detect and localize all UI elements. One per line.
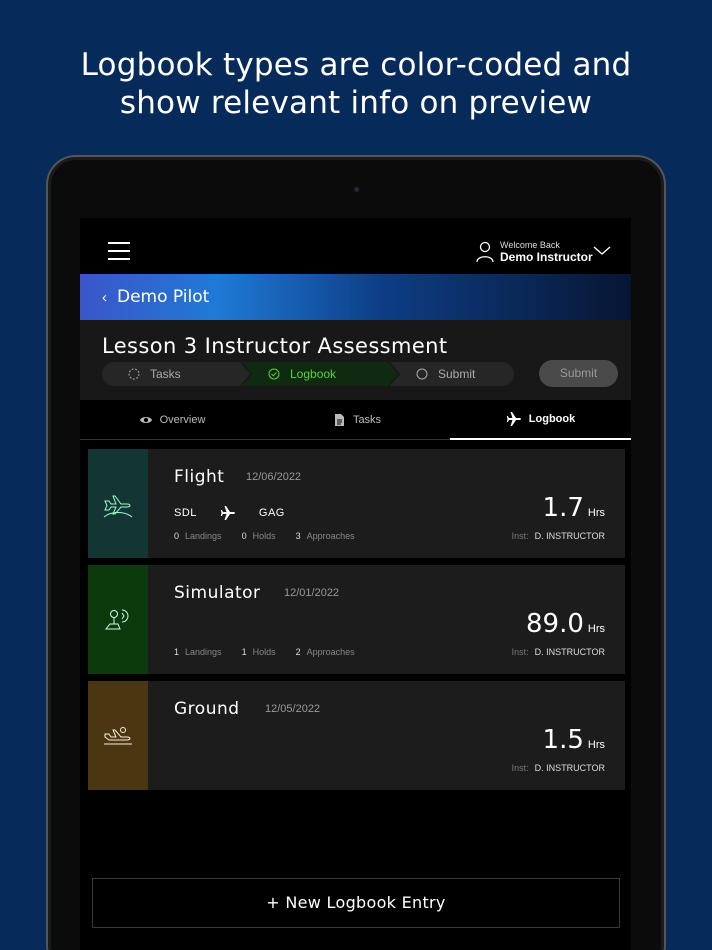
entry-type-stripe: [88, 681, 148, 790]
inst-label: Inst:: [511, 647, 529, 657]
flight-route: SDL GAG: [174, 505, 285, 521]
logbook-entry-flight[interactable]: Flight 12/06/2022 SDL GAG 0 Landings 0 Hol…: [88, 449, 625, 558]
pilot-name: Demo Pilot: [117, 287, 210, 307]
simulator-icon: [104, 609, 129, 629]
entry-stats: 0 Landings 0 Holds 3 Approaches: [174, 531, 375, 541]
tab-tasks[interactable]: Tasks: [264, 400, 449, 440]
instructor-name: D. INSTRUCTOR: [534, 763, 605, 773]
hamburger-menu-icon[interactable]: [108, 242, 130, 260]
holds-label: Holds: [252, 531, 276, 541]
tab-bar: Overview Tasks Logbook: [80, 400, 631, 440]
hours-unit: Hrs: [587, 739, 605, 751]
entry-date: 12/05/2022: [265, 703, 321, 715]
step-submit[interactable]: Submit: [390, 362, 514, 386]
holds-count: 1: [241, 647, 247, 657]
ground-school-icon: [104, 726, 132, 744]
camera-dot: [354, 187, 359, 192]
route-to: GAG: [258, 507, 285, 519]
user-icon: [476, 241, 494, 263]
check-circle-icon: [268, 368, 280, 380]
back-chevron-icon[interactable]: ‹: [102, 289, 107, 306]
headline-line-1: Logbook types are color-coded and: [80, 47, 632, 83]
holds-count: 0: [241, 531, 247, 541]
progress-circle-icon: [128, 368, 140, 380]
logbook-entry-ground[interactable]: Ground 12/05/2022 1.5 Hrs Inst: D. INSTRUC…: [88, 681, 625, 790]
step-logbook[interactable]: Logbook: [242, 362, 398, 386]
hours-unit: Hrs: [587, 623, 605, 635]
hours-value: 89.0: [526, 609, 584, 639]
top-bar: Welcome Back Demo Instructor: [80, 218, 631, 274]
submit-button[interactable]: Submit: [539, 360, 618, 387]
chevron-down-icon[interactable]: [593, 246, 611, 256]
empty-circle-icon: [416, 368, 428, 380]
user-name: Demo Instructor: [500, 250, 593, 264]
instructor-name: D. INSTRUCTOR: [534, 647, 605, 657]
tab-label: Overview: [159, 414, 206, 426]
entry-stats: 1 Landings 1 Holds 2 Approaches: [174, 647, 375, 657]
entry-instructor: Inst: D. INSTRUCTOR: [512, 531, 605, 541]
airplane-icon: [506, 412, 521, 426]
entry-instructor: Inst: D. INSTRUCTOR: [512, 763, 605, 773]
landings-label: Landings: [185, 647, 222, 657]
step-label: Tasks: [150, 367, 181, 381]
approaches-label: Approaches: [306, 531, 355, 541]
lesson-title: Lesson 3 Instructor Assessment: [102, 334, 448, 358]
inst-label: Inst:: [511, 763, 529, 773]
logbook-entry-simulator[interactable]: Simulator 12/01/2022 1 Landings 1 Holds 2A…: [88, 565, 625, 674]
entry-type: Flight: [174, 467, 225, 487]
entry-type-stripe: [88, 565, 148, 674]
entry-type: Ground: [174, 699, 240, 719]
tab-label: Logbook: [528, 413, 576, 425]
landings-count: 1: [174, 647, 180, 657]
step-tasks[interactable]: Tasks: [102, 362, 250, 386]
headline-line-2: show relevant info on preview: [119, 85, 593, 121]
pilot-header[interactable]: ‹ Demo Pilot: [80, 274, 631, 320]
progress-steps: Tasks Logbook Submit: [102, 362, 514, 386]
lesson-section: Lesson 3 Instructor Assessment Tasks Log…: [80, 320, 631, 400]
promo-headline: Logbook types are color-coded and show r…: [0, 46, 712, 122]
document-icon: [334, 414, 344, 426]
landings-label: Landings: [185, 531, 222, 541]
tab-label: Tasks: [352, 414, 382, 426]
app-screen: Welcome Back Demo Instructor ‹ Demo Pilo…: [80, 218, 631, 950]
entry-hours: 1.5 Hrs: [543, 725, 605, 755]
holds-label: Holds: [252, 647, 276, 657]
approaches-label: Approaches: [306, 647, 355, 657]
airplane-takeoff-icon: [103, 495, 133, 517]
eye-icon: [139, 417, 152, 423]
route-from: SDL: [174, 507, 197, 519]
step-label: Logbook: [290, 367, 337, 381]
airplane-icon: [220, 506, 235, 520]
inst-label: Inst:: [511, 531, 529, 541]
instructor-name: D. INSTRUCTOR: [534, 531, 605, 541]
entry-type: Simulator: [174, 583, 261, 603]
approaches-count: 2: [295, 647, 301, 657]
approaches-count: 3: [295, 531, 301, 541]
entry-hours: 89.0 Hrs: [526, 609, 605, 639]
user-menu[interactable]: Welcome Back Demo Instructor: [476, 240, 593, 264]
landings-count: 0: [174, 531, 180, 541]
entry-date: 12/01/2022: [284, 587, 340, 599]
tab-logbook[interactable]: Logbook: [450, 400, 631, 440]
step-label: Submit: [438, 367, 476, 381]
entry-date: 12/06/2022: [246, 471, 302, 483]
entry-type-stripe: [88, 449, 148, 558]
tab-overview[interactable]: Overview: [80, 400, 264, 440]
hours-value: 1.5: [542, 725, 584, 755]
hours-value: 1.7: [542, 493, 584, 523]
welcome-text: Welcome Back: [500, 240, 560, 250]
entry-hours: 1.7 Hrs: [543, 493, 605, 523]
hours-unit: Hrs: [587, 507, 605, 519]
new-logbook-entry-button[interactable]: + New Logbook Entry: [92, 878, 620, 928]
entry-instructor: Inst: D. INSTRUCTOR: [512, 647, 605, 657]
